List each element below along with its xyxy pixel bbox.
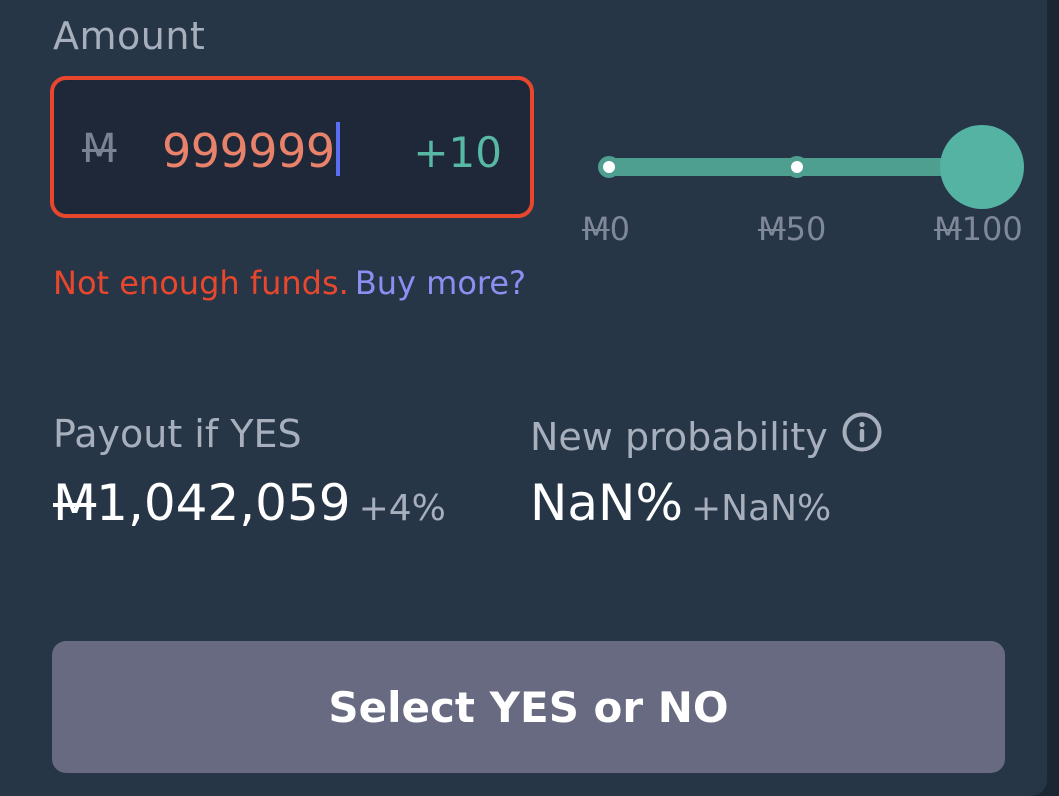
slider-tick-100: M100	[934, 210, 1023, 248]
probability-value: NaN% +NaN%	[530, 474, 832, 532]
slider-stop-0[interactable]	[598, 156, 620, 178]
slider-stop-50[interactable]	[786, 156, 808, 178]
select-yes-or-no-button[interactable]: Select YES or NO	[52, 641, 1005, 773]
increment-button[interactable]: +10	[413, 128, 502, 177]
slider-tick-0: M0	[582, 210, 630, 248]
mana-currency-icon: M	[82, 126, 117, 172]
probability-label-row: New probability	[530, 412, 882, 459]
bet-panel: Amount M 999999 +10 M0 M50 M100 Not enou…	[0, 0, 1047, 796]
payout-value: M1,042,059 +4%	[53, 474, 446, 532]
amount-slider[interactable]	[596, 125, 1028, 209]
slider-tick-50: M50	[758, 210, 827, 248]
buy-more-link[interactable]: Buy more?	[355, 264, 526, 302]
info-icon[interactable]	[842, 412, 882, 452]
error-message: Not enough funds.	[53, 264, 349, 302]
probability-delta: +NaN%	[690, 488, 832, 529]
probability-label: New probability	[530, 415, 828, 459]
payout-label: Payout if YES	[53, 412, 302, 456]
slider-thumb[interactable]	[940, 125, 1024, 209]
text-caret	[335, 122, 340, 176]
amount-value-text: 999999	[162, 124, 335, 178]
payout-delta: +4%	[358, 488, 446, 529]
amount-input[interactable]: M 999999 +10	[50, 76, 534, 218]
amount-value[interactable]: 999999	[162, 122, 340, 178]
amount-label: Amount	[53, 14, 206, 58]
funds-error: Not enough funds. Buy more?	[53, 264, 526, 302]
